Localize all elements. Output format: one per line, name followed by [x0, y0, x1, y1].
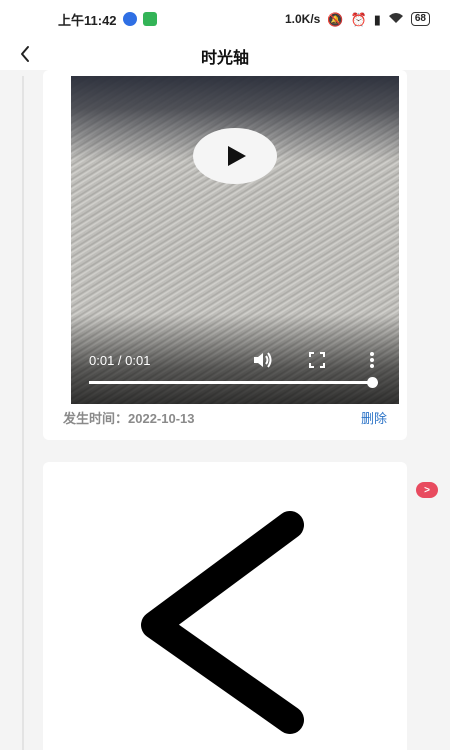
chevron-left-icon [141, 511, 304, 734]
status-right: 1.0K/s 🔕 ⏰ ▮ 68 [285, 12, 430, 26]
volume-icon [254, 352, 272, 368]
video-time-display: 0:01 / 0:01 [89, 353, 151, 368]
status-left: 上午11:42 [58, 10, 157, 29]
more-options-button[interactable] [361, 349, 383, 371]
status-bar: 上午11:42 1.0K/s 🔕 ⏰ ▮ 68 [0, 0, 450, 38]
battery-icon: 68 [410, 12, 430, 26]
page-title: 时光轴 [200, 50, 249, 67]
side-badge[interactable]: > [416, 482, 438, 498]
item-meta-row: 发生时间：2022-10-13 删除 [63, 407, 387, 427]
net-speed: 1.0K/s [284, 12, 321, 26]
mute-bell-icon: 🔕 [327, 11, 344, 27]
occurrence-time: 发生时间：2022-10-13 [63, 408, 195, 427]
play-button[interactable] [193, 128, 277, 184]
video-progress-bar[interactable] [89, 377, 378, 388]
more-vertical-icon [370, 352, 374, 368]
app-notification-icon [122, 12, 137, 26]
volume-button[interactable] [251, 349, 273, 371]
occurrence-time-label: 发生时间： [63, 410, 129, 426]
wechat-notification-icon [142, 12, 157, 26]
video-progress-knob[interactable] [367, 377, 378, 388]
nav-bar: 时光轴 [0, 38, 450, 70]
wifi-icon [388, 12, 404, 26]
video-player[interactable]: 0:01 / 0:01 [71, 76, 399, 404]
timeline-line-segment [22, 446, 24, 750]
status-time: 上午11:42 [58, 12, 117, 28]
timeline-card-video: 0:01 / 0:01 发生时间：2022-10-13 删除 [43, 70, 407, 440]
occurrence-time-value: 2022-10-13 [128, 410, 195, 426]
fullscreen-button[interactable] [306, 349, 328, 371]
signal-icon: ▮ [373, 11, 381, 27]
fullscreen-icon [309, 352, 325, 368]
delete-button[interactable]: 删除 [361, 408, 387, 427]
video-progress-fill [89, 381, 373, 384]
alarm-icon: ⏰ [350, 11, 367, 27]
play-icon [228, 146, 246, 166]
